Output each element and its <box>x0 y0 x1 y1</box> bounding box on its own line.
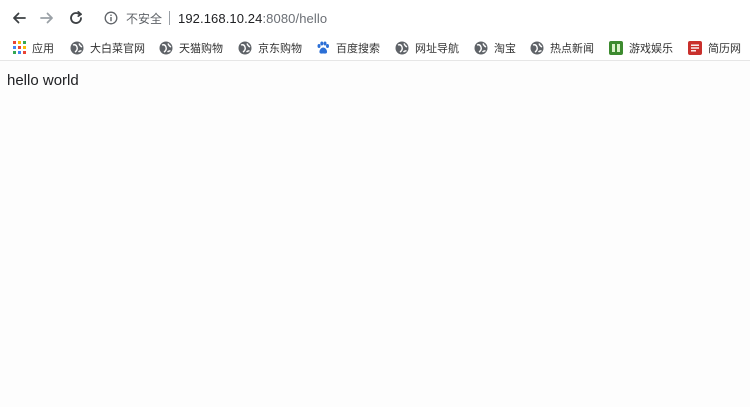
bookmark-apps[interactable]: 应用 <box>12 38 54 57</box>
bookmark-jd[interactable]: 京东购物 <box>238 38 302 57</box>
bookmarks-bar: 应用 大白菜官网 天猫购物 京东购物 百度搜索 网址导航 淘宝 热点新闻 游戏娱… <box>0 35 750 61</box>
bookmark-label: 网址导航 <box>415 41 459 55</box>
globe-icon <box>159 41 173 55</box>
security-status[interactable]: 不安全 <box>126 10 162 27</box>
bookmark-taobao[interactable]: 淘宝 <box>474 38 516 57</box>
bookmark-label: 热点新闻 <box>550 41 594 55</box>
game-icon <box>609 40 623 55</box>
url-text[interactable]: 192.168.10.24:8080/hello <box>178 11 327 26</box>
arrow-right-icon <box>40 12 53 24</box>
bookmark-tmall[interactable]: 天猫购物 <box>159 38 223 57</box>
forward-button[interactable] <box>37 8 57 28</box>
bookmark-label: 大白菜官网 <box>90 41 145 55</box>
globe-icon <box>70 41 84 55</box>
bookmark-label: 简历网 <box>708 41 741 55</box>
address-bar[interactable]: 不安全 192.168.10.24:8080/hello <box>98 6 738 30</box>
page-body-text: hello world <box>7 72 79 89</box>
bookmark-label: 游戏娱乐 <box>629 41 673 55</box>
bookmark-label: 天猫购物 <box>179 41 223 55</box>
browser-toolbar: 不安全 192.168.10.24:8080/hello <box>0 0 750 35</box>
globe-icon <box>238 41 252 55</box>
url-host: 192.168.10.24 <box>178 10 263 26</box>
bookmark-baidu[interactable]: 百度搜索 <box>316 38 380 57</box>
bookmark-resume[interactable]: 简历网 <box>688 38 741 57</box>
arrow-left-icon <box>13 12 26 24</box>
apps-grid-icon <box>12 41 26 55</box>
address-separator <box>169 11 171 25</box>
bookmark-dabaicai[interactable]: 大白菜官网 <box>70 38 145 57</box>
bookmark-nav[interactable]: 网址导航 <box>395 38 459 57</box>
back-button[interactable] <box>9 8 29 28</box>
reload-icon <box>70 11 82 24</box>
resume-icon <box>688 40 702 55</box>
bookmark-label: 淘宝 <box>494 41 516 55</box>
bookmark-games[interactable]: 游戏娱乐 <box>609 38 673 57</box>
url-path: :8080/hello <box>262 10 328 26</box>
page-content: hello world <box>0 61 750 407</box>
bookmark-label: 应用 <box>32 41 54 55</box>
bookmark-label: 百度搜索 <box>336 41 380 55</box>
bookmark-news[interactable]: 热点新闻 <box>530 38 594 57</box>
reload-button[interactable] <box>66 8 86 28</box>
bookmark-label: 京东购物 <box>258 41 302 55</box>
globe-icon <box>530 41 544 55</box>
globe-icon <box>474 41 488 55</box>
baidu-paw-icon <box>316 41 330 55</box>
info-icon[interactable] <box>104 11 118 25</box>
globe-icon <box>395 41 409 55</box>
